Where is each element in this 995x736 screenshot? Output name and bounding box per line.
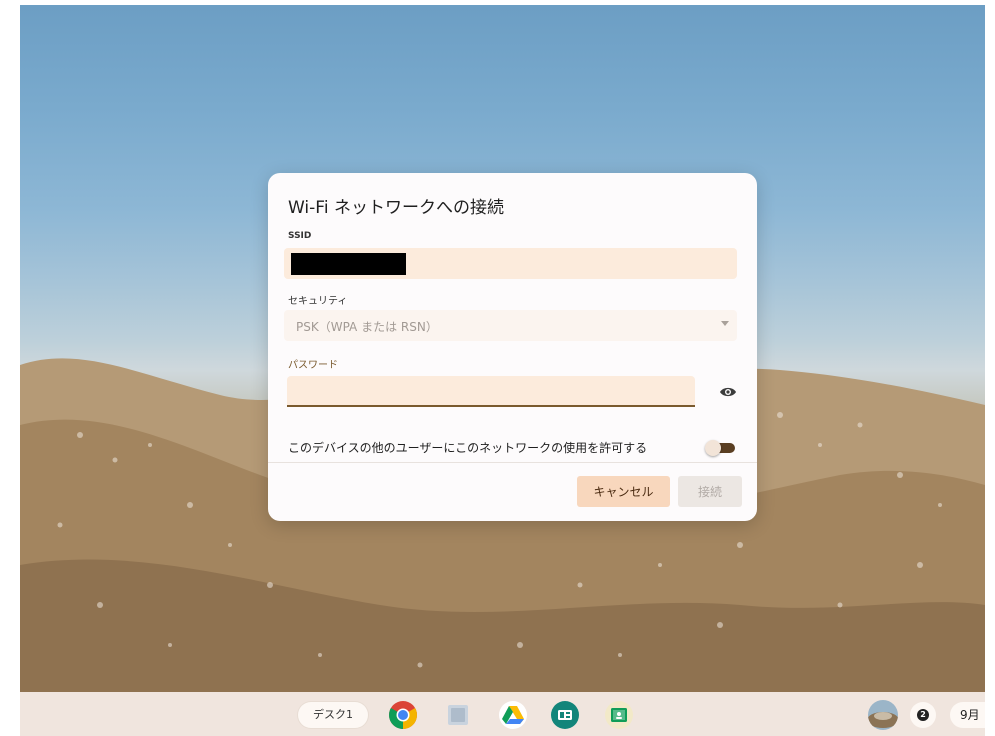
show-password-icon[interactable] <box>719 385 737 399</box>
cancel-button[interactable]: キャンセル <box>577 476 670 507</box>
notification-indicator[interactable]: 2 <box>910 702 936 728</box>
files-icon[interactable] <box>443 700 473 730</box>
divider <box>268 462 757 463</box>
notification-count: 2 <box>917 709 929 721</box>
security-select[interactable]: PSK（WPA または RSN） <box>284 310 737 341</box>
avatar[interactable] <box>868 700 898 730</box>
drive-icon[interactable] <box>498 700 528 730</box>
wifi-connect-dialog: Wi-Fi ネットワークへの接続 SSID セキュリティ PSK（WPA または… <box>268 173 757 521</box>
desktop: Wi-Fi ネットワークへの接続 SSID セキュリティ PSK（WPA または… <box>20 5 985 736</box>
share-network-toggle[interactable] <box>705 440 737 456</box>
connect-button[interactable]: 接続 <box>678 476 742 507</box>
classroom-icon[interactable] <box>604 700 634 730</box>
ssid-value-redacted <box>291 253 406 275</box>
password-label: パスワード <box>288 360 338 371</box>
toggle-knob <box>705 440 721 456</box>
share-network-label: このデバイスの他のユーザーにこのネットワークの使用を許可する <box>288 441 648 455</box>
clock[interactable]: 9月 <box>950 702 985 728</box>
chevron-down-icon <box>721 321 729 326</box>
dialog-title: Wi-Fi ネットワークへの接続 <box>288 198 504 218</box>
ssid-label: SSID <box>288 231 312 241</box>
security-value: PSK（WPA または RSN） <box>296 320 438 334</box>
desk-button[interactable]: デスク1 <box>298 702 368 728</box>
security-label: セキュリティ <box>288 296 348 307</box>
ssid-field[interactable] <box>284 248 737 279</box>
password-field-container <box>287 376 695 407</box>
meet-icon[interactable] <box>550 700 580 730</box>
shelf: デスク1 2 9月 <box>20 692 985 736</box>
password-input[interactable] <box>287 376 695 405</box>
chrome-icon[interactable] <box>388 700 418 730</box>
